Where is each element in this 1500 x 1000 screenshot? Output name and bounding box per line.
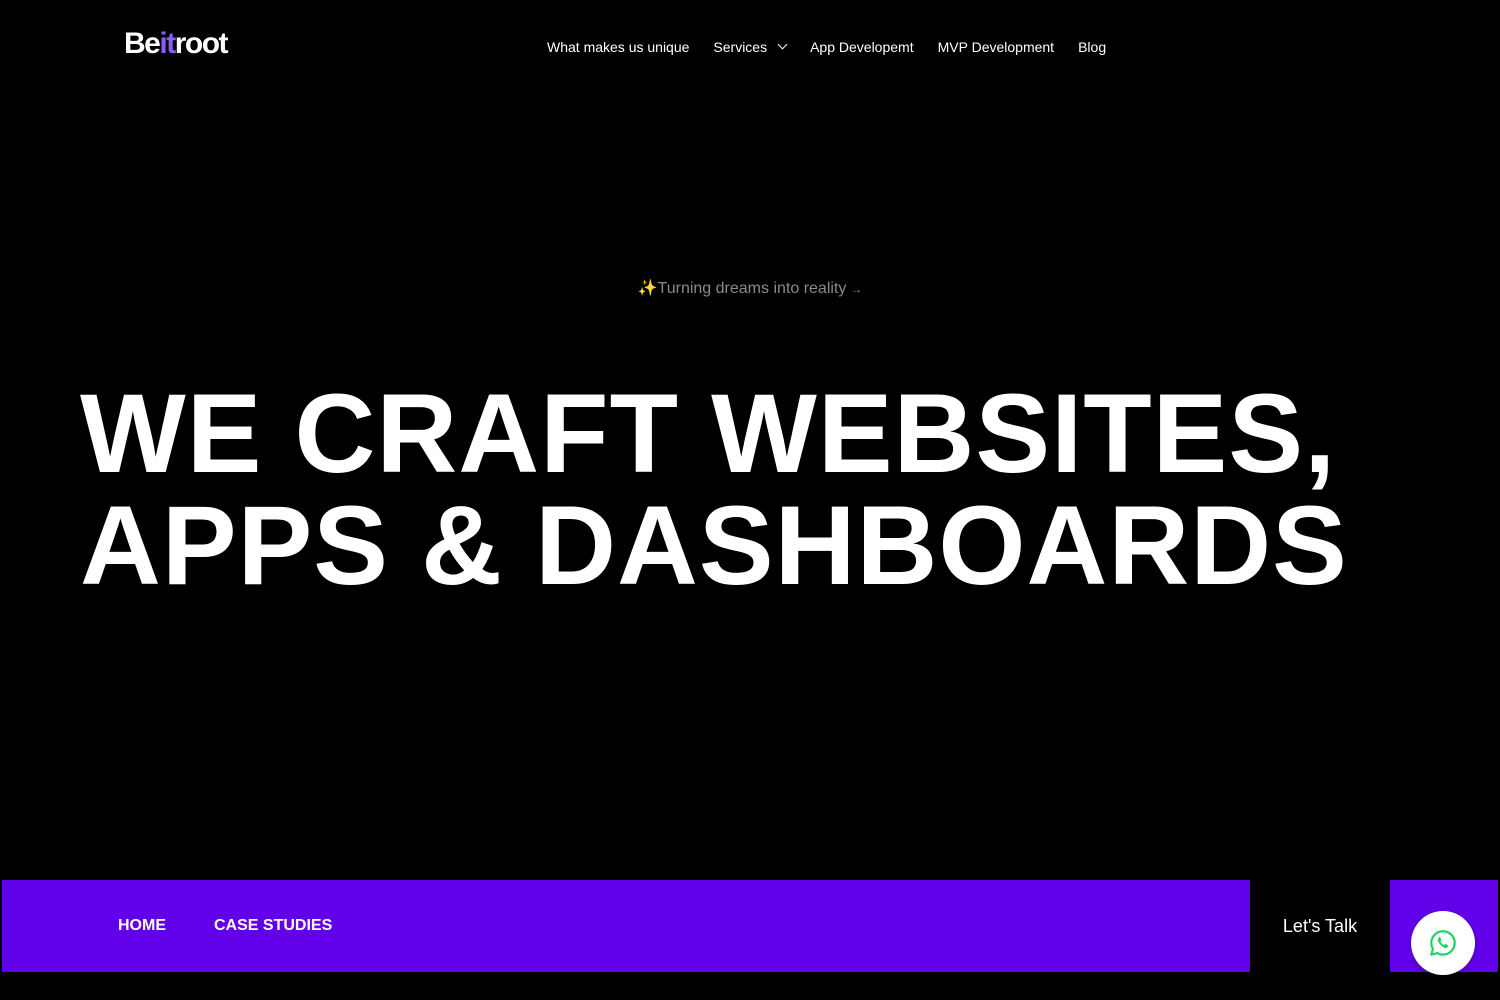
nav-item-mvp-development[interactable]: MVP Development [938,39,1054,55]
hero-tagline-link[interactable]: ✨Turning dreams into reality → [0,278,1500,298]
bottom-nav-home[interactable]: HOME [118,917,166,935]
nav-item-label: MVP Development [937,39,1055,55]
nav-item-what-makes-us-unique[interactable]: What makes us unique [547,39,689,55]
nav-item-blog[interactable]: Blog [1078,39,1106,55]
arrow-right-icon: → [850,282,863,296]
logo-text-part1: Be [124,27,161,60]
whatsapp-button[interactable] [1411,911,1475,975]
nav-item-app-development[interactable]: App Developemt [810,39,914,55]
logo-text-accent: it [159,27,176,60]
lets-talk-button[interactable]: Let's Talk [1250,880,1390,972]
hero-headline-line1: WE CRAFT WEBSITES, [80,371,1337,496]
brand-logo[interactable]: Beitroot [124,27,229,60]
chevron-down-icon [777,39,788,50]
bottom-nav-bar: HOME CASE STUDIES [2,880,1250,972]
bottom-nav-case-studies[interactable]: CASE STUDIES [214,917,332,935]
lets-talk-label: Let's Talk [1282,915,1358,936]
hero-headline: WE CRAFT WEBSITES, APPS & DASHBOARDS [80,378,1348,602]
whatsapp-icon [1430,930,1456,956]
nav-item-services[interactable]: Services [713,39,788,55]
nav-item-label: Blog [1078,39,1107,55]
nav-item-label: App Developemt [810,39,914,55]
nav-item-label: What makes us unique [547,39,690,55]
hero-tagline-text: Turning dreams into reality [657,280,847,297]
sparkle-icon: ✨ [637,280,658,297]
logo-text-part3: root [174,27,229,60]
main-nav: What makes us unique Services App Develo… [547,38,1106,56]
hero-headline-line2: APPS & DASHBOARDS [80,483,1348,608]
nav-item-label: Services [713,39,768,55]
